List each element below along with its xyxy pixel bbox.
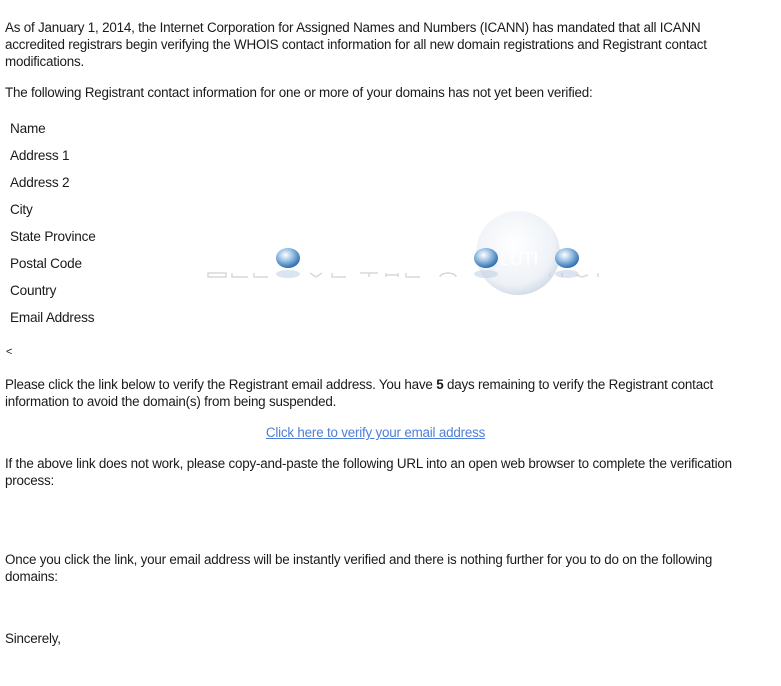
field-email-address: Email Address — [10, 310, 95, 325]
field-name: Name — [10, 121, 46, 136]
after-click-paragraph: Once you click the link, your email addr… — [5, 552, 713, 584]
field-postal-code: Postal Code — [10, 256, 82, 271]
signoff: Sincerely, — [5, 631, 61, 646]
field-address-2: Address 2 — [10, 175, 70, 190]
field-address-1: Address 1 — [10, 148, 70, 163]
verify-instructions: Please click the link below to verify th… — [5, 376, 745, 410]
stray-character: < — [6, 346, 13, 358]
field-city: City — [10, 202, 33, 217]
svg-text:LUTI: LUTI — [500, 249, 538, 269]
verify-email-link[interactable]: Click here to verify your email address — [266, 425, 485, 440]
intro-paragraph: As of January 1, 2014, the Internet Corp… — [5, 20, 707, 69]
field-country: Country — [10, 283, 57, 298]
field-state-province: State Province — [10, 229, 96, 244]
verify-link-container: Click here to verify your email address — [0, 424, 751, 441]
fallback-paragraph: If the above link does not work, please … — [5, 456, 732, 488]
verify-instructions-text: Please click the link below to verify th… — [5, 377, 437, 392]
unverified-notice: The following Registrant contact informa… — [5, 85, 593, 100]
bubble-logo-watermark-icon: LUTI — [207, 211, 599, 295]
